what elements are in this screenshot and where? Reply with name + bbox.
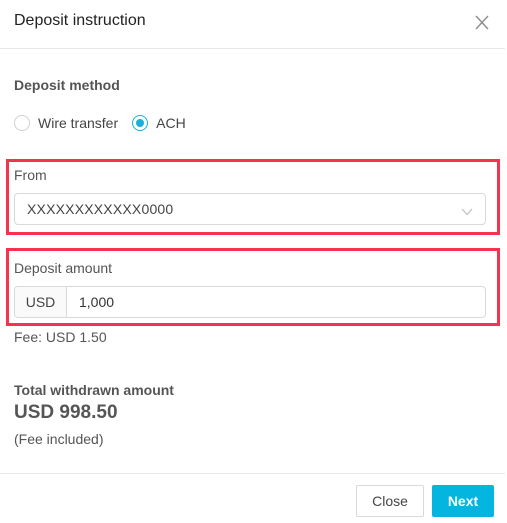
modal-footer: Close Next	[0, 473, 505, 523]
radio-unchecked-icon[interactable]	[14, 115, 30, 131]
close-icon	[475, 15, 489, 30]
deposit-instruction-modal: Deposit instruction Deposit method Wire …	[0, 0, 507, 523]
radio-label-wire-transfer: Wire transfer	[38, 115, 119, 131]
deposit-amount-label: Deposit amount	[14, 260, 113, 276]
radio-label-ach: ACH	[156, 115, 186, 131]
modal-header: Deposit instruction	[0, 0, 505, 49]
close-button[interactable]: Close	[356, 485, 424, 517]
fee-included-note: (Fee included)	[14, 431, 104, 447]
fee-text: Fee: USD 1.50	[14, 329, 107, 345]
close-modal-button[interactable]	[472, 11, 492, 33]
radio-ach[interactable]: ACH	[132, 115, 186, 131]
currency-addon: USD	[15, 287, 67, 317]
from-account-value: XXXXXXXXXXXX0000	[27, 201, 174, 217]
from-account-select[interactable]: XXXXXXXXXXXX0000	[14, 193, 486, 225]
from-label: From	[14, 167, 47, 183]
chevron-down-icon	[461, 204, 473, 222]
total-withdrawn-label: Total withdrawn amount	[14, 382, 174, 398]
deposit-amount-input-group: USD 1,000	[14, 286, 486, 318]
deposit-method-label: Deposit method	[14, 77, 120, 93]
deposit-method-radio-group: Wire transfer ACH	[14, 113, 200, 133]
next-button[interactable]: Next	[432, 485, 494, 517]
modal-title: Deposit instruction	[14, 12, 146, 29]
radio-checked-icon[interactable]	[132, 115, 149, 131]
deposit-amount-input[interactable]: 1,000	[67, 287, 485, 317]
radio-wire-transfer[interactable]: Wire transfer	[14, 115, 118, 131]
total-withdrawn-value: USD 998.50	[14, 402, 118, 423]
